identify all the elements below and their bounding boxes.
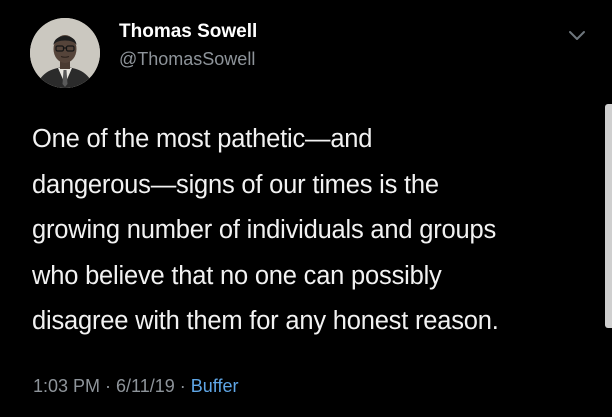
scrollbar[interactable] <box>605 104 612 328</box>
tweet-source-link[interactable]: Buffer <box>191 376 239 396</box>
user-handle[interactable]: @ThomasSowell <box>119 47 255 71</box>
tweet-line: One of the most pathetic—and <box>32 125 373 153</box>
tweet-meta: 1:03 PM · 6/11/19 · Buffer <box>33 374 238 398</box>
meta-separator: · <box>174 376 191 396</box>
tweet-text: One of the most pathetic—and dangerous—s… <box>32 117 597 345</box>
tweet-line: growing number of individuals and groups <box>32 216 497 244</box>
tweet-line: disagree with them for any honest reason… <box>32 307 499 335</box>
tweet-card: Thomas Sowell @ThomasSowell One of the m… <box>0 0 612 417</box>
tweet-line: who believe that no one can possibly <box>32 261 442 290</box>
profile-photo-icon <box>30 18 100 88</box>
avatar[interactable] <box>30 18 100 88</box>
meta-separator: · <box>100 376 117 396</box>
chevron-down-icon[interactable] <box>566 24 588 46</box>
display-name[interactable]: Thomas Sowell <box>119 19 257 45</box>
tweet-line: dangerous—signs of our times is the <box>32 170 439 199</box>
tweet-time[interactable]: 1:03 PM <box>33 376 100 396</box>
tweet-date[interactable]: 6/11/19 <box>116 376 175 396</box>
